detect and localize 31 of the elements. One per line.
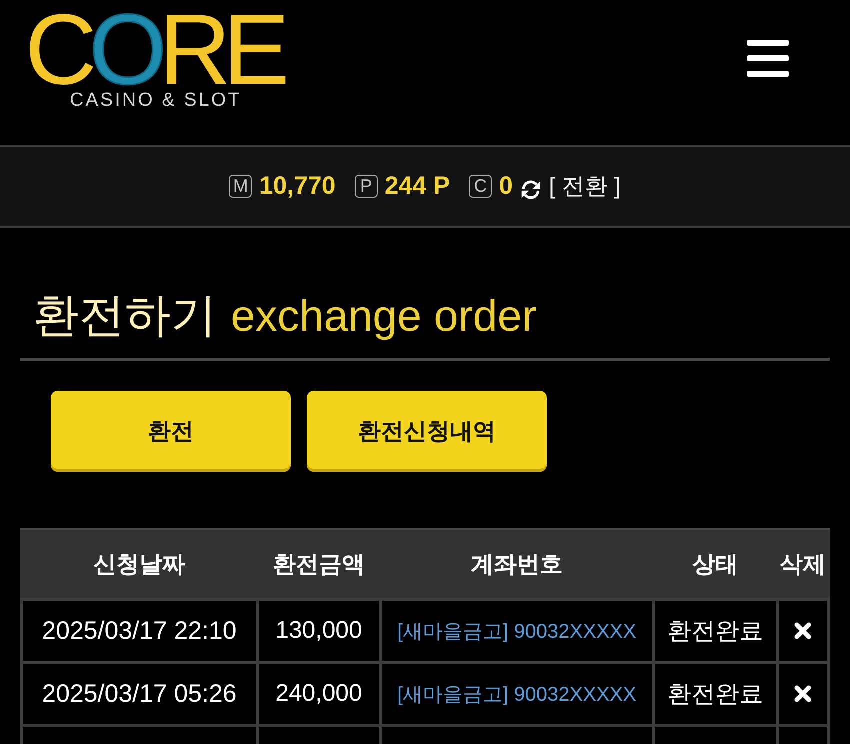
balance-value: 10,770 <box>259 172 336 201</box>
logo-tagline: CASINO & SLOT <box>70 94 242 108</box>
page-title: 환전하기 <box>33 288 217 343</box>
column-header: 상태 <box>692 550 740 578</box>
column-header: 계좌번호 <box>470 550 564 578</box>
unit-marker: P <box>354 175 378 198</box>
amount-cell: 130,000 <box>259 601 379 661</box>
page-subtitle: exchange order <box>231 291 537 343</box>
unit-marker: C <box>469 175 492 198</box>
action-button[interactable]: 환전 <box>51 391 291 472</box>
delete-icon[interactable] <box>794 622 812 640</box>
delete-icon[interactable] <box>794 685 812 703</box>
column-header: 환전금액 <box>272 550 366 578</box>
column-header: 삭제 <box>779 550 827 578</box>
status-cell: 환전완료 <box>655 601 776 661</box>
column-header: 신청날짜 <box>92 550 186 578</box>
menu-icon <box>747 40 789 77</box>
action-button[interactable]: 환전신청내역 <box>307 391 547 472</box>
account-cell: [새마을금고] 90032XXXXX <box>382 664 652 724</box>
menu-button[interactable] <box>747 40 789 77</box>
status-cell: 환전완료 <box>655 664 776 724</box>
convert-link[interactable]: [ 전환 ] <box>549 171 621 202</box>
refresh-icon[interactable] <box>520 178 542 200</box>
balance-value: 0 <box>499 172 514 201</box>
unit-marker: M <box>229 175 252 198</box>
balance-value: 244 P <box>384 172 450 201</box>
date-cell: 2025/03/17 22:10 <box>23 601 256 661</box>
account-cell: [새마을금고] 90032XXXXX <box>382 601 652 661</box>
logo-wordmark: CORE <box>25 6 290 94</box>
amount-cell: 240,000 <box>259 664 379 724</box>
date-cell: 2025/03/17 05:26 <box>23 664 256 724</box>
